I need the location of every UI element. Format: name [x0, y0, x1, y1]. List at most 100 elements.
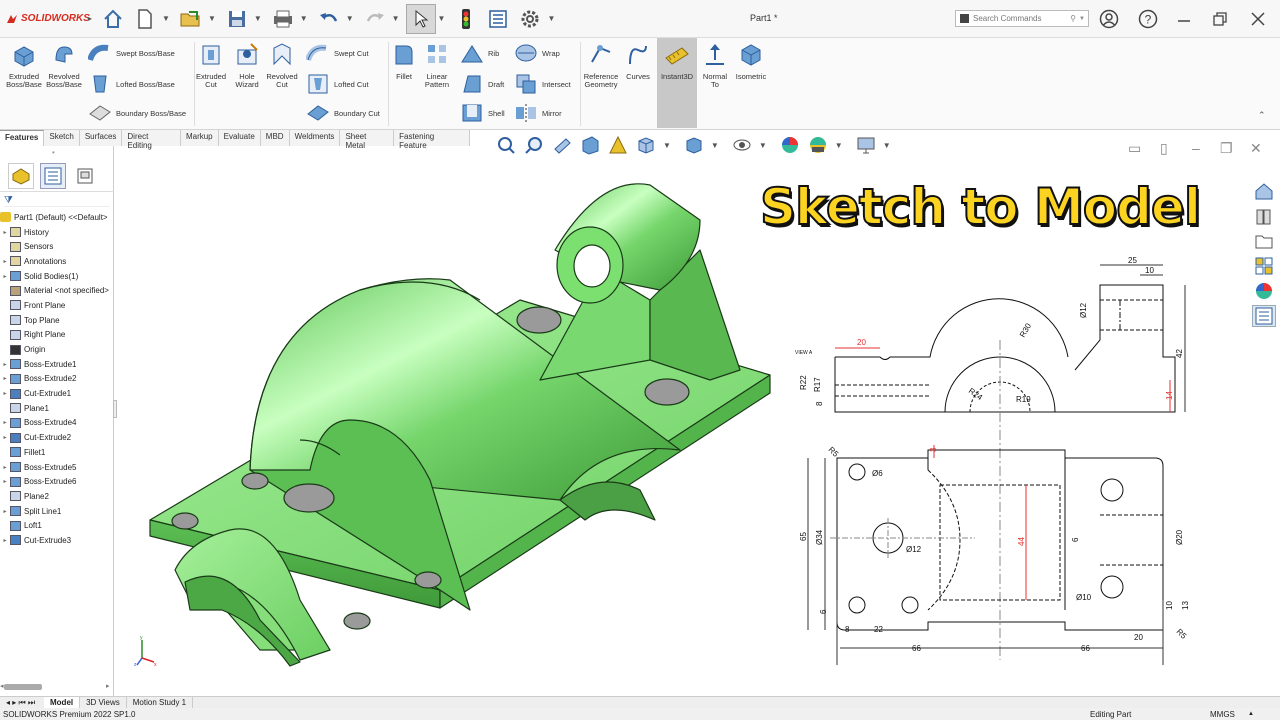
tab-sheet-metal[interactable]: Sheet Metal	[340, 130, 395, 150]
tree-item[interactable]: Top Plane	[0, 313, 114, 328]
revolved-boss-button[interactable]: Revolved Boss/Base	[44, 42, 84, 89]
open-icon[interactable]	[176, 4, 206, 34]
file-properties-icon[interactable]	[483, 4, 513, 34]
viewport-restore-icon[interactable]: ❐	[1220, 140, 1233, 157]
linear-pattern-button[interactable]: Linear Pattern	[420, 42, 454, 89]
display-style-dropdown-icon[interactable]: ▼	[711, 141, 719, 150]
tree-item[interactable]: Front Plane	[0, 298, 114, 313]
expand-arrow-icon[interactable]: ▸	[0, 537, 10, 544]
intersect-button[interactable]: Intersect	[514, 72, 571, 96]
view-settings-dropdown-icon[interactable]: ▼	[883, 141, 891, 150]
expand-arrow-icon[interactable]: ▸	[0, 419, 10, 426]
tree-item[interactable]: Fillet1	[0, 445, 114, 460]
reference-geometry-button[interactable]: Reference Geometry	[582, 42, 620, 89]
tree-item[interactable]: ▸ Cut-Extrude2	[0, 430, 114, 445]
expand-arrow-icon[interactable]: ▸	[0, 390, 10, 397]
view-orientation-icon[interactable]	[635, 134, 657, 156]
logo-menu-arrow-icon[interactable]: ▸	[88, 14, 92, 23]
save-dropdown-icon[interactable]: ▼	[254, 14, 262, 23]
expand-arrow-icon[interactable]: ▸	[0, 229, 10, 236]
view-palette-icon[interactable]	[1252, 255, 1276, 277]
expand-arrow-icon[interactable]: ▸	[0, 258, 10, 265]
options-gear-icon[interactable]	[515, 4, 545, 34]
tab-surfaces[interactable]: Surfaces	[79, 130, 123, 146]
tab-fastening-feature[interactable]: Fastening Feature	[394, 130, 470, 150]
mirror-button[interactable]: Mirror	[514, 102, 562, 124]
normal-to-button[interactable]: Normal To	[699, 42, 731, 89]
search-scope-icon[interactable]	[960, 14, 969, 23]
expand-arrow-icon[interactable]: ▸	[0, 434, 10, 441]
swept-boss-button[interactable]: Swept Boss/Base	[88, 42, 175, 64]
expand-arrow-icon[interactable]: ▸	[0, 508, 10, 515]
tab-markup[interactable]: Markup	[180, 130, 219, 146]
user-account-icon[interactable]	[1097, 7, 1121, 31]
close-window-icon[interactable]	[1246, 7, 1270, 31]
panel-grip-icon[interactable]: •	[52, 148, 55, 157]
swept-cut-button[interactable]: Swept Cut	[306, 42, 369, 64]
viewport-tile-icon[interactable]: ▭	[1128, 140, 1141, 157]
apply-scene-icon[interactable]	[807, 134, 829, 156]
unit-system-selector[interactable]: MMGS	[1210, 710, 1235, 719]
undo-dropdown-icon[interactable]: ▼	[346, 14, 354, 23]
design-library-icon[interactable]	[1252, 205, 1276, 227]
ribbon-collapse-icon[interactable]: ⌃	[1258, 110, 1266, 121]
expand-arrow-icon[interactable]: ▸	[0, 273, 10, 280]
tree-item[interactable]: Right Plane	[0, 328, 114, 343]
tree-item[interactable]: ▸ Split Line1	[0, 504, 114, 519]
tree-item[interactable]: ▸ Cut-Extrude3	[0, 533, 114, 548]
extruded-boss-button[interactable]: Extruded Boss/Base	[4, 42, 44, 89]
select-dropdown-icon[interactable]: ▼	[438, 14, 446, 23]
revolved-cut-button[interactable]: Revolved Cut	[264, 42, 300, 89]
section-view-icon[interactable]	[579, 134, 601, 156]
tree-item[interactable]: Material <not specified>	[0, 283, 114, 298]
tab-scroll-controls[interactable]: ◂ ▸ ⏮ ⏭	[0, 697, 44, 708]
undo-icon[interactable]	[314, 4, 344, 34]
solidworks-logo[interactable]: SOLIDWORKS	[0, 13, 92, 25]
feature-manager-tab-icon[interactable]	[8, 162, 34, 189]
rib-button[interactable]: Rib	[460, 42, 499, 64]
redo-dropdown-icon[interactable]: ▼	[392, 14, 400, 23]
expand-arrow-icon[interactable]: ▸	[0, 478, 10, 485]
tree-item[interactable]: Plane1	[0, 401, 114, 416]
print-icon[interactable]	[268, 4, 298, 34]
tab-motion-study[interactable]: Motion Study 1	[127, 697, 194, 708]
previous-view-icon[interactable]	[551, 134, 573, 156]
tab-3d-views[interactable]: 3D Views	[80, 697, 127, 708]
expand-arrow-icon[interactable]: ▸	[0, 375, 10, 382]
extruded-cut-button[interactable]: Extruded Cut	[194, 42, 228, 89]
shell-button[interactable]: Shell	[460, 102, 505, 124]
isometric-button[interactable]: Isometric	[733, 42, 769, 81]
expand-arrow-icon[interactable]: ▸	[0, 361, 10, 368]
select-pointer-icon[interactable]	[405, 3, 436, 34]
zoom-to-area-icon[interactable]	[523, 134, 545, 156]
tab-model[interactable]: Model	[44, 697, 81, 708]
edit-appearance-icon[interactable]	[779, 134, 801, 156]
tree-item[interactable]: ▸ History	[0, 225, 114, 240]
hole-wizard-button[interactable]: Hole Wizard	[230, 42, 264, 89]
options-dropdown-icon[interactable]: ▼	[547, 14, 555, 23]
hide-show-items-icon[interactable]	[731, 134, 753, 156]
home-icon[interactable]	[98, 4, 128, 34]
filter-bar[interactable]: ⧩	[4, 195, 110, 207]
redo-icon[interactable]	[360, 4, 390, 34]
viewport-split-icon[interactable]: ▯	[1160, 140, 1168, 157]
tree-item[interactable]: ▸ Boss-Extrude6	[0, 474, 114, 489]
property-manager-tab-icon[interactable]	[40, 162, 66, 189]
file-explorer-icon[interactable]	[1252, 230, 1276, 252]
tree-item[interactable]: Sensors	[0, 239, 114, 254]
rebuild-traffic-light-icon[interactable]	[451, 4, 481, 34]
configuration-manager-tab-icon[interactable]	[72, 163, 98, 189]
tree-scrollbar-thumb[interactable]	[4, 684, 42, 690]
unit-system-dropdown-icon[interactable]: ▲	[1248, 711, 1254, 717]
search-dropdown-icon[interactable]: ▼	[1079, 16, 1085, 22]
tree-item[interactable]: ▸ Solid Bodies(1)	[0, 269, 114, 284]
new-dropdown-icon[interactable]: ▼	[162, 14, 170, 23]
tab-evaluate[interactable]: Evaluate	[218, 130, 261, 146]
tab-direct-editing[interactable]: Direct Editing	[122, 130, 181, 150]
save-icon[interactable]	[222, 4, 252, 34]
appearances-scenes-icon[interactable]	[1252, 280, 1276, 302]
dynamic-annotation-icon[interactable]	[607, 134, 629, 156]
tree-scroll-left-icon[interactable]: ◂	[0, 682, 4, 690]
instant3d-button[interactable]: Instant3D	[657, 38, 697, 128]
draft-button[interactable]: Draft	[460, 72, 504, 96]
